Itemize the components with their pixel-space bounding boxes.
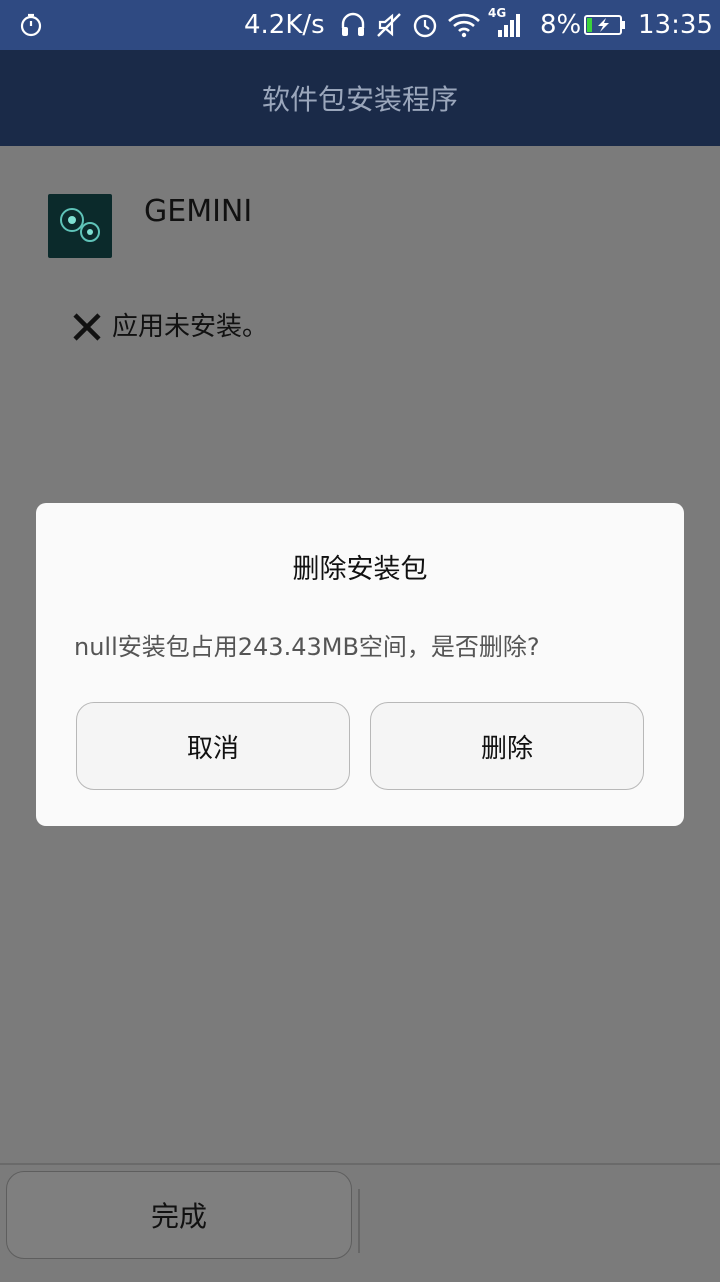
install-status: 应用未安装。	[70, 306, 268, 343]
clock: 13:35	[638, 10, 713, 40]
title-bar: 软件包安装程序	[0, 50, 720, 146]
close-icon	[73, 312, 101, 341]
bottom-bar: 完成	[0, 1163, 720, 1282]
mute-icon	[377, 13, 401, 37]
delete-button[interactable]: 删除	[370, 702, 644, 790]
cancel-button[interactable]: 取消	[76, 702, 350, 790]
network-speed: 4.2K/s	[244, 10, 325, 40]
install-status-text: 应用未安装。	[112, 312, 269, 342]
page-title: 软件包安装程序	[261, 83, 458, 116]
battery-charging-icon	[584, 15, 625, 35]
status-bar: 4.2K/s 4G 8% 13:35	[0, 0, 720, 50]
bottom-divider	[358, 1189, 360, 1253]
timer-icon	[20, 13, 42, 37]
delete-package-dialog: 删除安装包 null安装包占用243.43MB空间，是否删除? 取消 删除	[36, 503, 684, 826]
app-icon	[48, 194, 112, 258]
wifi-icon	[448, 13, 480, 38]
alarm-icon	[413, 14, 437, 38]
headphones-icon	[341, 12, 365, 36]
done-button[interactable]: 完成	[6, 1171, 352, 1259]
signal-icon	[498, 14, 520, 37]
app-name: GEMINI	[144, 194, 253, 229]
dialog-title: 删除安装包	[292, 554, 428, 585]
dialog-message: null安装包占用243.43MB空间，是否删除?	[74, 633, 540, 661]
battery-percent: 8%	[540, 10, 582, 40]
